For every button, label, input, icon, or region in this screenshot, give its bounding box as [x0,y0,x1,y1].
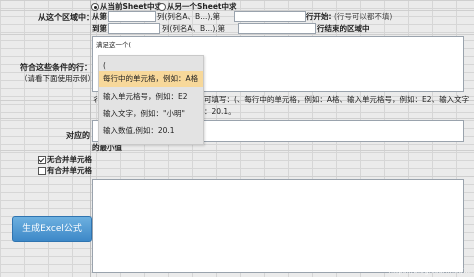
current-sheet-radio[interactable] [91,3,99,11]
formula-output[interactable] [92,179,464,273]
conditions-hint-line2: ：20.1。 [204,107,236,116]
end-label: 行结束的区域中 [317,24,370,33]
to-row-input[interactable] [238,23,316,34]
dropdown-item[interactable]: 输入文字，例如："小明" [99,106,203,122]
to-col-input[interactable] [108,23,160,34]
to-col-prefix: 到第 [92,24,107,33]
start-label: 行开始: [306,12,332,21]
conditions-hint-line: 可填写：(、每行中的单元格，例如：A格、输入单元格号，例如：E2、输入文字 [204,95,470,104]
conditions-label: 符合这些条件的行： [20,63,92,72]
no-merge-label: 无合并单元格 [47,155,92,164]
from-row-input[interactable] [234,11,306,22]
no-merge-option[interactable]: 无合并单元格 [38,154,92,165]
condition-dropdown-list[interactable]: ( 每行中的单元格，例如：A格 输入单元格号，例如：E2 输入文字，例如："小明… [98,55,204,145]
has-merge-option[interactable]: 有合并单元格 [38,165,92,176]
watermark-text: https://blog.csdn.net/... [388,267,470,275]
dropdown-item-selected[interactable]: 每行中的单元格，例如：A格 [99,71,203,87]
other-sheet-label: 从另一个Sheet中求 [167,2,237,11]
has-merge-label: 有合并单元格 [47,166,92,175]
other-sheet-radio[interactable] [158,3,166,11]
has-merge-checkbox[interactable] [38,167,46,175]
generate-formula-button[interactable]: 生成Excel公式 [12,216,92,242]
start-hint: (行号可以都不填) [334,12,393,21]
conditions-sublabel: （请看下面使用示例） [20,74,95,83]
to-col-hint: 列(列名A、B...),第 [162,24,226,33]
no-merge-checkbox[interactable] [38,156,46,164]
dropdown-item[interactable]: 输入数值,例如：20.1 [99,123,203,139]
corresponding-label: 对应的 [66,131,90,140]
current-sheet-label: 从当前Sheet中求 [100,2,162,11]
conditions-input-value: 满足这一个( [96,41,132,49]
region-label: 从这个区域中： [38,13,94,22]
from-col-input[interactable] [108,11,156,22]
dropdown-item[interactable]: 输入单元格号，例如：E2 [99,89,203,105]
from-col-hint: 列(列名A、B...),第 [157,12,221,21]
from-col-prefix: 从第 [92,12,107,21]
